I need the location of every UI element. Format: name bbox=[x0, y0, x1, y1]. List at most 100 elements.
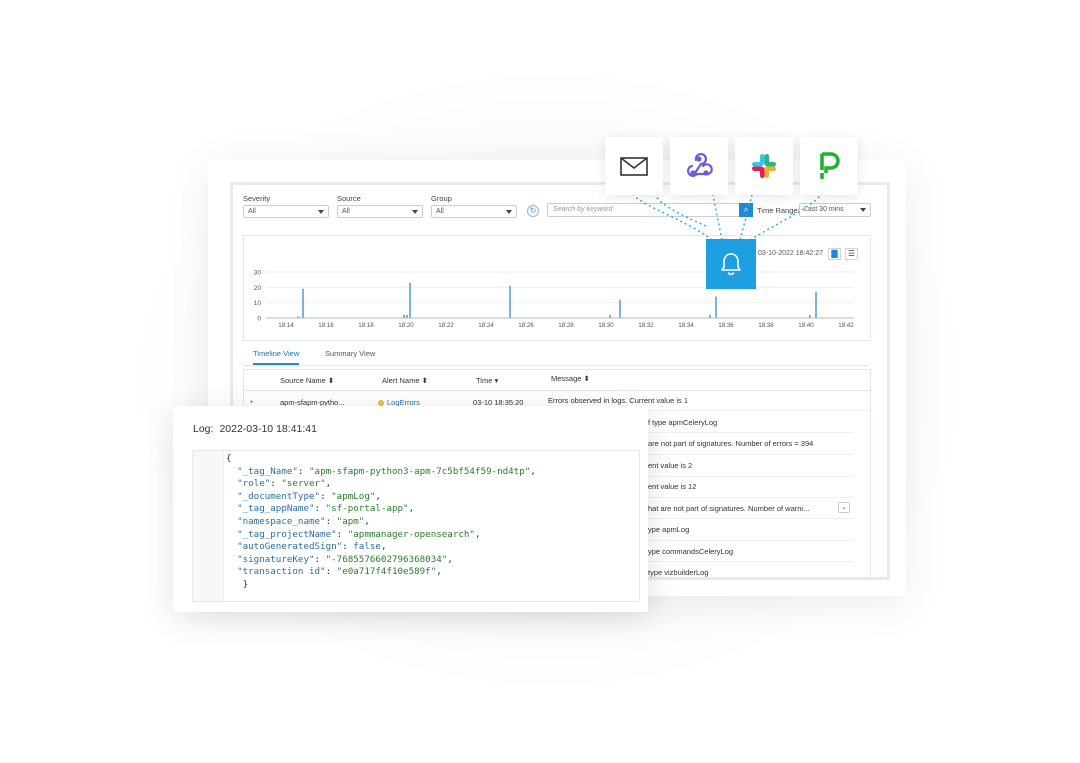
column-time[interactable]: Time ▾ bbox=[476, 376, 498, 385]
json-value: "e0a717f4f10e589f" bbox=[336, 566, 437, 578]
x-tick-label: 18:26 bbox=[518, 322, 534, 329]
pagerduty-icon bbox=[820, 152, 840, 179]
json-value: "apm-sfapm-python3-apm-7c5bf54f59-nd4tp" bbox=[309, 465, 531, 477]
json-close-brace: } bbox=[226, 578, 249, 590]
chart-bar bbox=[715, 296, 717, 318]
row-divider bbox=[634, 518, 854, 519]
row-divider bbox=[634, 432, 854, 433]
x-tick-label: 18:42 bbox=[838, 322, 854, 329]
json-colon: : bbox=[297, 465, 310, 477]
y-tick-label: 0 bbox=[257, 316, 261, 323]
refresh-icon[interactable]: ↻ bbox=[527, 205, 539, 217]
tab-timeline-view[interactable]: Timeline View bbox=[253, 349, 300, 365]
group-select[interactable]: All bbox=[431, 205, 517, 218]
email-icon bbox=[620, 157, 648, 176]
x-tick-label: 18:40 bbox=[798, 322, 814, 329]
row-message: Errors observed in logs. Current value i… bbox=[548, 396, 689, 405]
x-tick-label: 18:18 bbox=[358, 322, 374, 329]
json-value: "sf-portal-app" bbox=[325, 503, 409, 515]
row-divider bbox=[634, 561, 854, 562]
chevron-down-icon[interactable]: ⌄ bbox=[838, 502, 850, 513]
row-message: are not part of signatures. Number of er… bbox=[648, 439, 814, 448]
x-tick-label: 18:30 bbox=[598, 322, 614, 329]
x-tick-label: 18:16 bbox=[318, 322, 334, 329]
tab-summary-view[interactable]: Summary View bbox=[325, 349, 375, 363]
chevron-down-icon bbox=[318, 210, 324, 214]
list-view-icon[interactable]: ☰ bbox=[845, 248, 858, 260]
group-label: Group bbox=[431, 194, 452, 203]
log-json-content: { "_tag_Name": "apm-sfapm-python3-apm-7c… bbox=[226, 453, 536, 592]
x-tick-label: 18:20 bbox=[398, 322, 414, 329]
time-range-label: Time Range: bbox=[757, 206, 800, 215]
webhook-icon bbox=[687, 152, 713, 177]
email-integration[interactable] bbox=[605, 137, 663, 195]
chart-bar bbox=[509, 285, 511, 318]
row-message: ype apmLog bbox=[648, 525, 690, 534]
json-key: "signatureKey" bbox=[237, 553, 315, 565]
json-value: "apmLog" bbox=[331, 490, 376, 502]
webhook-integration[interactable] bbox=[670, 137, 728, 195]
json-colon: : bbox=[320, 490, 332, 502]
x-tick-label: 18:38 bbox=[758, 322, 774, 329]
json-colon: : bbox=[325, 515, 337, 527]
json-comma: , bbox=[436, 566, 442, 578]
x-tick-label: 18:32 bbox=[638, 322, 654, 329]
source-select[interactable]: All bbox=[337, 205, 423, 218]
slack-integration[interactable] bbox=[735, 137, 793, 195]
alert-notification-bell[interactable] bbox=[706, 239, 756, 289]
row-divider bbox=[634, 476, 854, 477]
log-label: Log: bbox=[193, 423, 214, 435]
chart-bar bbox=[619, 299, 621, 318]
row-message: hat are not part of signatures. Number o… bbox=[648, 504, 810, 513]
search-input[interactable]: Search by keyword bbox=[547, 203, 743, 217]
row-message: ent value is 12 bbox=[648, 482, 697, 491]
chart-bar bbox=[609, 314, 611, 318]
json-key: "_tag_Name" bbox=[237, 465, 298, 477]
x-tick-label: 18:34 bbox=[678, 322, 694, 329]
row-message: f type apmCeleryLog bbox=[648, 418, 718, 427]
bar-chart-view-icon[interactable]: ▇ bbox=[828, 248, 841, 260]
json-comma: , bbox=[474, 528, 481, 540]
json-value: false bbox=[353, 541, 381, 553]
source-label: Source bbox=[337, 194, 361, 203]
severity-select[interactable]: All bbox=[243, 205, 329, 218]
pagerduty-integration[interactable] bbox=[800, 137, 858, 195]
chart-bar bbox=[297, 316, 299, 318]
column-source-name[interactable]: Source Name ⬍ bbox=[280, 376, 334, 385]
y-tick-label: 20 bbox=[254, 285, 262, 292]
time-range-value: Last 30 mins bbox=[804, 206, 844, 213]
time-range-select[interactable]: Last 30 mins bbox=[799, 203, 871, 217]
search-icon[interactable]: ⌕ bbox=[739, 203, 753, 217]
chart-bar bbox=[403, 314, 405, 318]
json-comma: , bbox=[530, 465, 536, 477]
column-alert-name[interactable]: Alert Name ⬍ bbox=[382, 376, 428, 385]
y-tick-label: 10 bbox=[254, 300, 262, 307]
code-gutter bbox=[193, 451, 224, 601]
x-tick-label: 18:36 bbox=[718, 322, 734, 329]
header-divider bbox=[244, 390, 870, 391]
json-comma: , bbox=[380, 541, 387, 553]
row-message: type vizbuilderLog bbox=[648, 568, 709, 577]
json-colon: : bbox=[336, 528, 348, 540]
json-value: "server" bbox=[281, 478, 326, 490]
column-message[interactable]: Message ⬍ bbox=[551, 374, 590, 383]
json-key: "_documentType" bbox=[237, 490, 321, 502]
json-open-brace: { bbox=[226, 453, 232, 464]
x-tick-label: 18:22 bbox=[438, 322, 454, 329]
json-comma: , bbox=[408, 503, 415, 515]
json-colon: : bbox=[314, 503, 326, 515]
json-colon: : bbox=[342, 541, 354, 553]
json-comma: , bbox=[375, 490, 381, 502]
json-key: "autoGeneratedSign" bbox=[237, 541, 343, 553]
bell-icon bbox=[721, 253, 741, 276]
json-colon: : bbox=[314, 553, 326, 565]
log-json-viewer[interactable]: { "_tag_Name": "apm-sfapm-python3-apm-7c… bbox=[192, 450, 640, 602]
json-key: "role" bbox=[237, 478, 271, 490]
chart-bar bbox=[809, 314, 811, 318]
